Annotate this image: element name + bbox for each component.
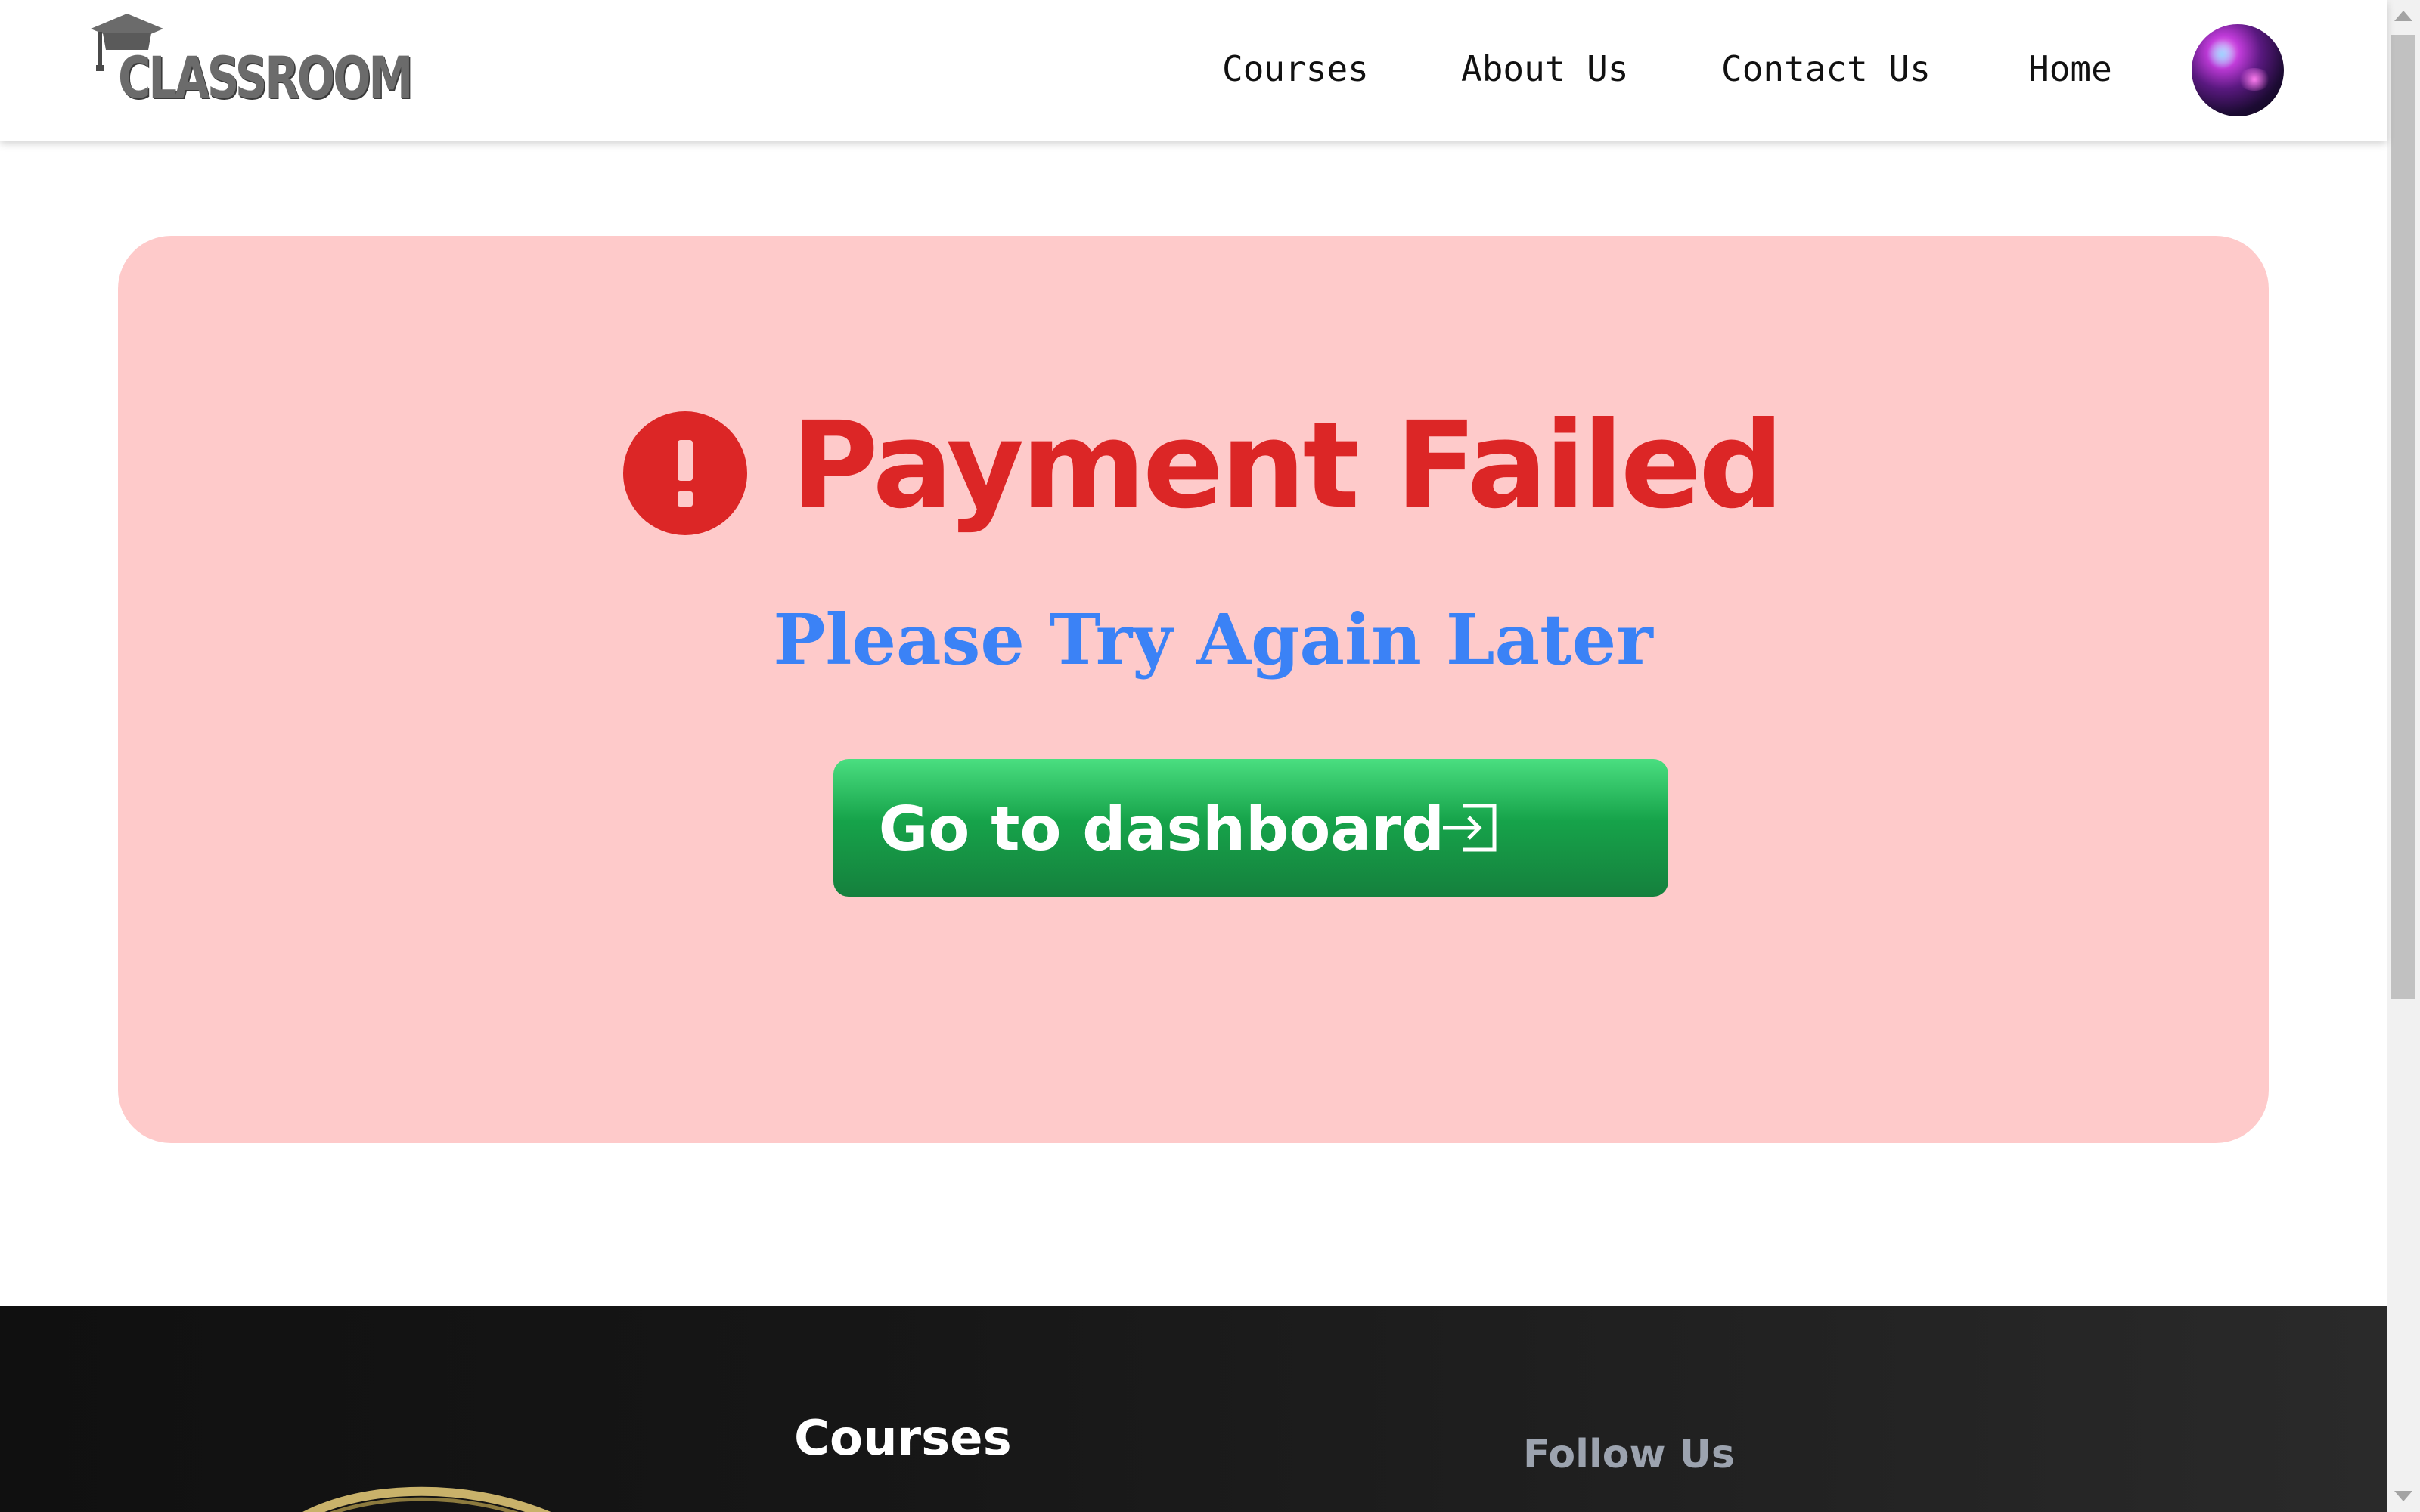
scroll-up-arrow-icon[interactable] <box>2394 11 2412 21</box>
classroom-logo[interactable]: CLASSROOM <box>88 11 413 111</box>
nav-courses[interactable]: Courses <box>1222 48 1369 89</box>
payment-failed-title: Payment Failed <box>791 396 1784 535</box>
nav-about-us[interactable]: About Us <box>1461 48 1629 89</box>
logo-text: CLASSROOM <box>118 44 413 111</box>
user-avatar[interactable] <box>2192 24 2284 116</box>
footer-follow-heading: Follow Us <box>1523 1432 1735 1477</box>
dashboard-button-label: Go to dashboard <box>878 794 1444 864</box>
avatar-highlight <box>2207 39 2237 70</box>
footer-logo-emblem <box>302 1486 551 1512</box>
scroll-down-arrow-icon[interactable] <box>2394 1491 2412 1501</box>
go-to-dashboard-button[interactable]: Go to dashboard <box>833 759 1668 897</box>
scroll-thumb[interactable] <box>2391 35 2415 999</box>
sign-in-icon <box>1443 804 1497 852</box>
exclamation-circle-icon <box>623 411 747 535</box>
nav-home[interactable]: Home <box>2028 48 2112 89</box>
avatar-highlight <box>2237 68 2272 91</box>
nav-contact-us[interactable]: Contact Us <box>1721 48 1931 89</box>
footer-courses-heading: Courses <box>794 1411 1012 1467</box>
site-header: CLASSROOM Courses About Us Contact Us Ho… <box>0 0 2387 141</box>
payment-failed-card: Payment Failed Please Try Again Later Go… <box>118 236 2269 1143</box>
try-again-subtitle: Please Try Again Later <box>773 599 1653 680</box>
page-scrollbar[interactable] <box>2387 0 2420 1512</box>
site-footer: Courses Follow Us <box>0 1306 2387 1512</box>
